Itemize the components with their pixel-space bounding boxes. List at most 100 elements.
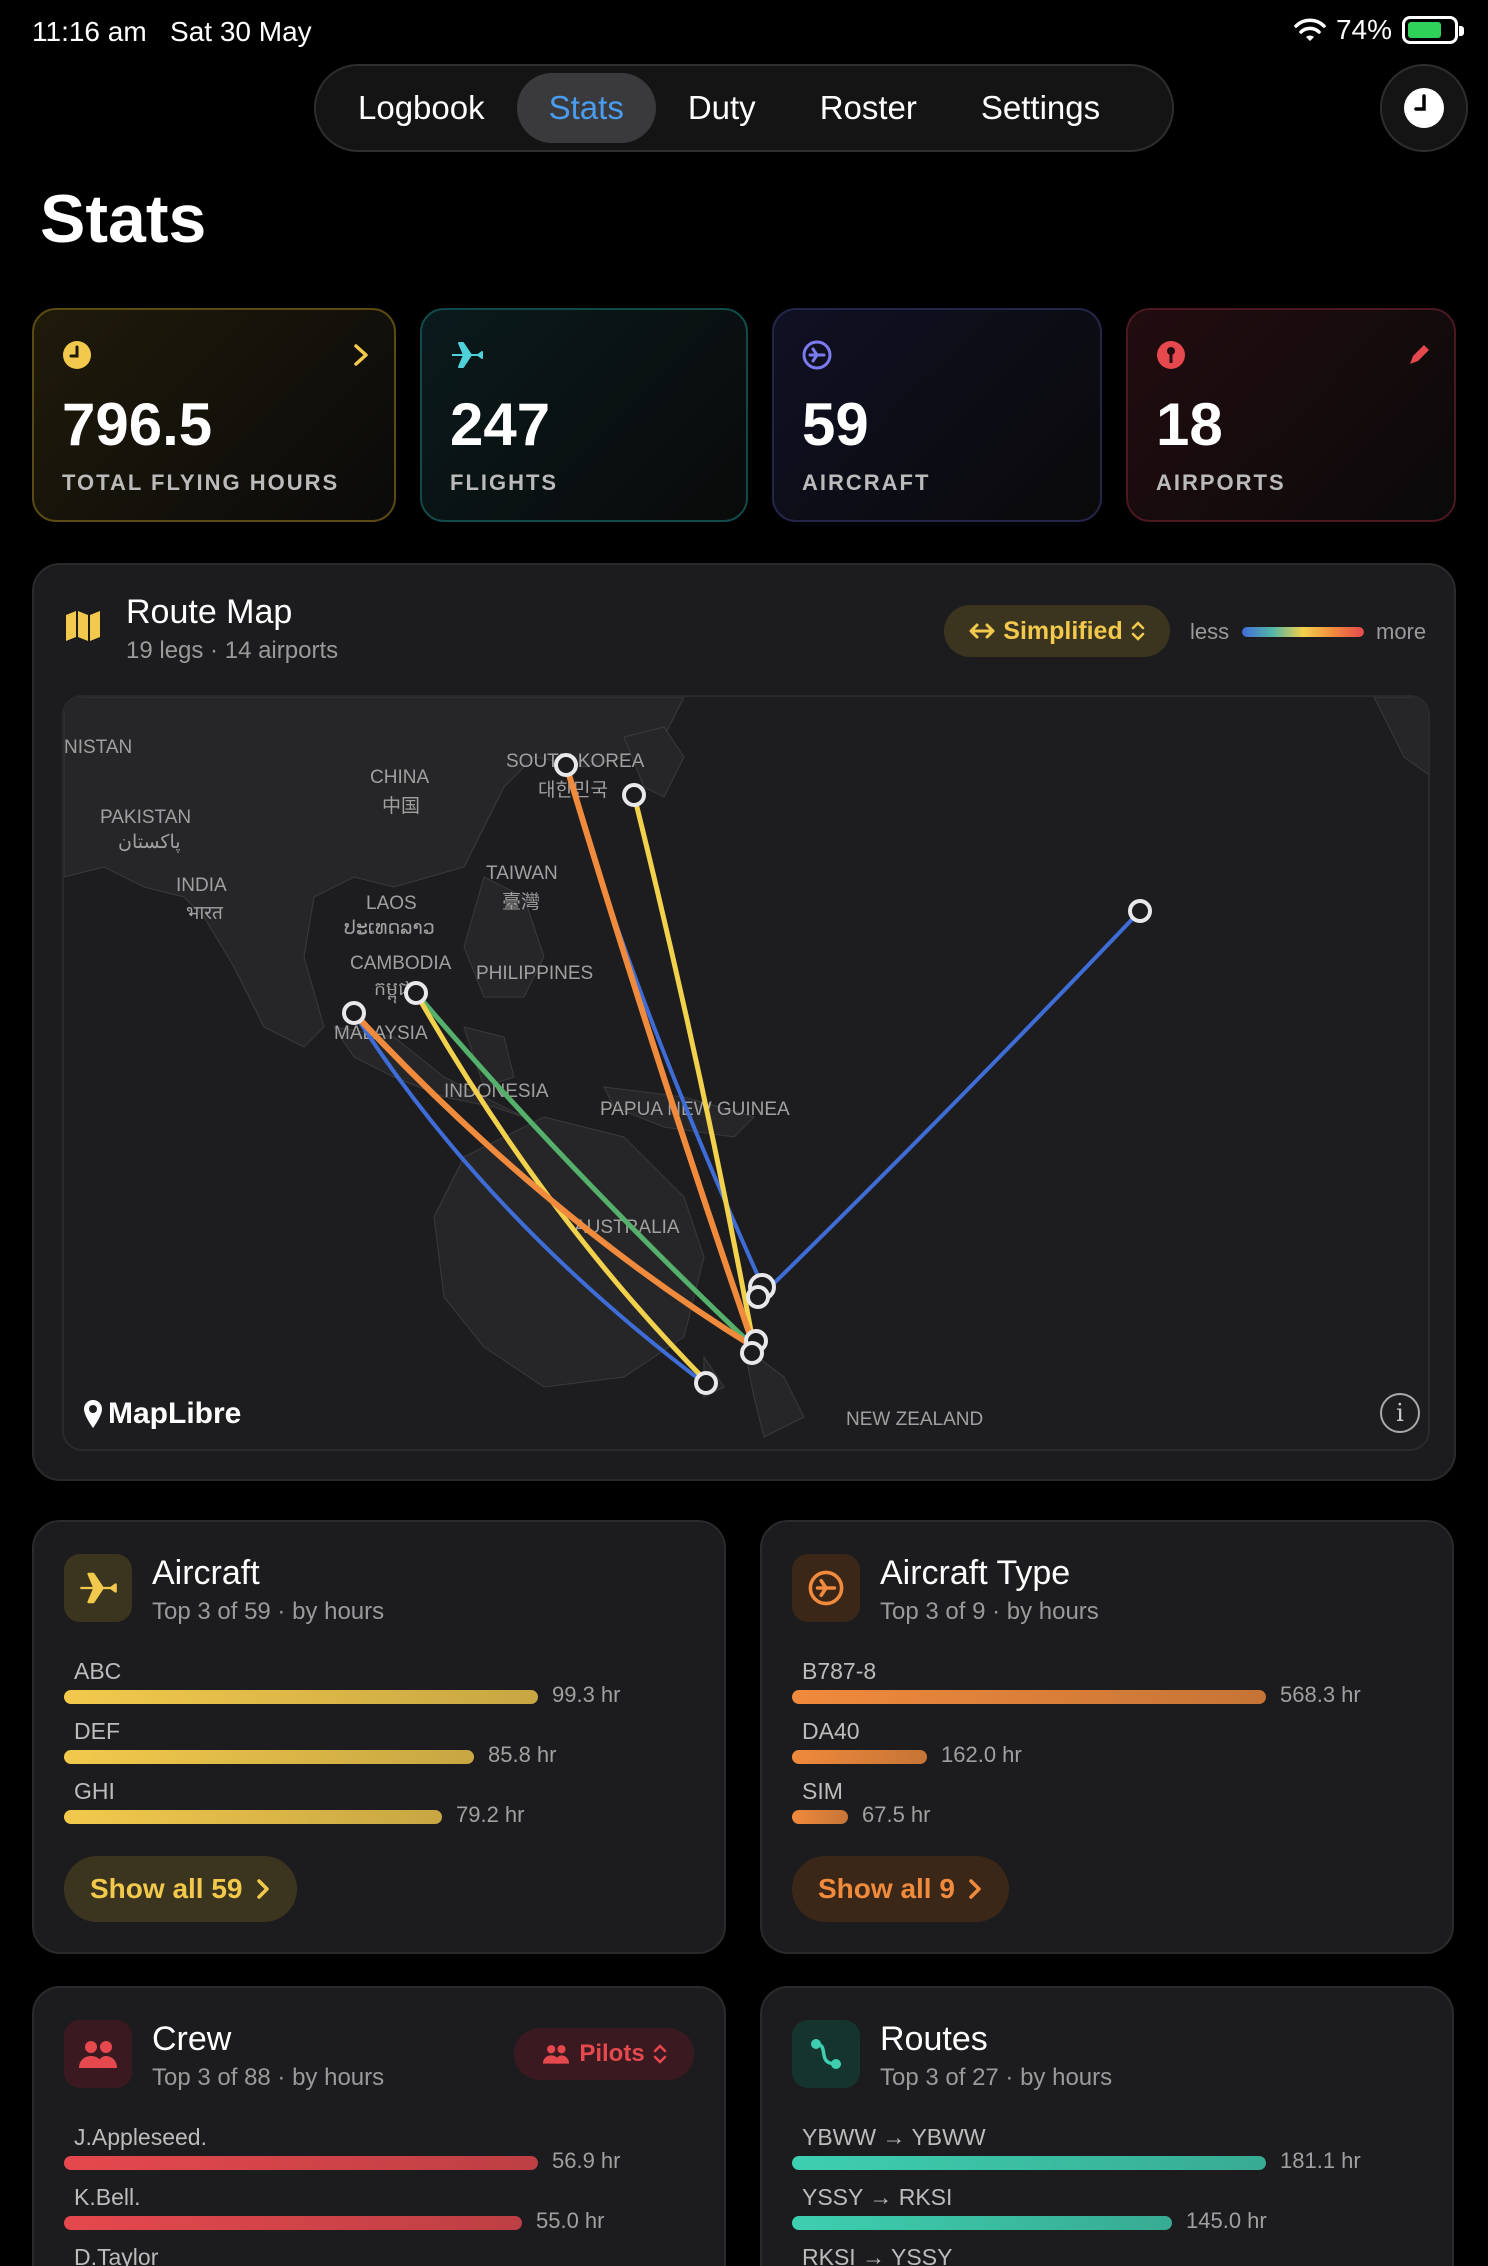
card-title: Crew <box>152 2020 232 2058</box>
bar-value: 55.0 hr <box>536 2208 605 2233</box>
bar-row: SIM 67.5 hr <box>792 1778 1432 1838</box>
crew-filter-label: Pilots <box>579 2040 645 2067</box>
tab-logbook[interactable]: Logbook <box>326 73 517 143</box>
arrows-horizontal-icon <box>969 623 995 639</box>
aircraft-card: Aircraft Top 3 of 59 · by hours ABC 99.3 … <box>32 1520 726 1954</box>
show-all-aircraft-type-button[interactable]: Show all 9 <box>792 1856 1009 1922</box>
tab-stats[interactable]: Stats <box>516 73 656 143</box>
maplibre-text: MapLibre <box>108 1397 242 1430</box>
stat-value: 18 <box>1156 391 1223 458</box>
airplane-circle-icon <box>808 1570 844 1606</box>
bar-label: SIM <box>802 1778 843 1804</box>
clock-icon <box>63 341 91 369</box>
bar-label: RKSI → YSSY <box>802 2244 953 2266</box>
tab-duty[interactable]: Duty <box>656 73 788 143</box>
bar-value: 162.0 hr <box>941 1742 1022 1767</box>
card-title: Aircraft Type <box>880 1554 1071 1592</box>
airport-marker <box>554 753 578 777</box>
airport-marker <box>740 1341 764 1365</box>
card-subtitle: Top 3 of 9 · by hours <box>880 1598 1099 1625</box>
stat-label: FLIGHTS <box>450 470 559 495</box>
card-title: Routes <box>880 2020 988 2058</box>
status-time: 11:16 am Sat 30 May <box>32 16 312 47</box>
bar-row: RKSI → YSSY <box>792 2244 1432 2266</box>
clock-button[interactable] <box>1380 64 1468 152</box>
route-icon <box>811 2039 841 2069</box>
bar-label: D.Taylor <box>74 2244 159 2266</box>
airport-marker <box>404 981 428 1005</box>
battery-icon <box>1402 16 1464 44</box>
clock-icon <box>1404 88 1444 128</box>
aircraft-type-card-icon <box>792 1554 860 1622</box>
show-all-aircraft-button[interactable]: Show all 59 <box>64 1856 297 1922</box>
bar-row: YBWW → YBWW 181.1 hr <box>792 2124 1432 2184</box>
bar-label: DA40 <box>802 1718 860 1744</box>
route-line <box>564 763 764 1287</box>
bar-label: YSSY → RKSI <box>802 2184 953 2210</box>
stat-label: AIRPORTS <box>1156 470 1286 495</box>
bar-label: GHI <box>74 1778 115 1804</box>
stat-card-airports[interactable]: 18 AIRPORTS <box>1126 308 1456 522</box>
bar-row: B787-8 568.3 hr <box>792 1658 1432 1718</box>
stat-label: TOTAL FLYING HOURS <box>62 470 340 495</box>
bar-row: YSSY → RKSI 145.0 hr <box>792 2184 1432 2244</box>
bar-label: DEF <box>74 1718 120 1744</box>
people-icon <box>543 2045 570 2064</box>
bar-row: ABC 99.3 hr <box>64 1658 704 1718</box>
map-mode-label: Simplified <box>1003 616 1123 645</box>
page-title: Stats <box>40 181 207 257</box>
route-line <box>760 909 1142 1297</box>
legend-less: less <box>1190 619 1230 644</box>
chevron-right-icon <box>354 344 368 366</box>
legend-more: more <box>1376 619 1427 644</box>
tab-settings[interactable]: Settings <box>949 73 1132 143</box>
map-icon <box>66 611 100 641</box>
route-map[interactable]: NISTAN CHINA 中国 PAKISTAN پاکستان INDIA भ… <box>62 695 1430 1451</box>
status-date: Sat 30 May <box>170 16 312 47</box>
bar-value: 85.8 hr <box>488 1742 557 1767</box>
status-right: 74% <box>1294 14 1464 46</box>
airport-marker <box>622 783 646 807</box>
bar-value: 67.5 hr <box>862 1802 931 1827</box>
crew-card-icon <box>64 2020 132 2088</box>
maplibre-logo: MapLibre <box>82 1397 241 1431</box>
bar-row: J.Appleseed. 56.9 hr <box>64 2124 704 2184</box>
battery-percent: 74% <box>1335 14 1392 45</box>
stat-card-hours[interactable]: 796.5 TOTAL FLYING HOURS <box>32 308 396 522</box>
stat-card-flights: 247 FLIGHTS <box>420 308 748 522</box>
wifi-icon <box>1294 18 1326 41</box>
nav-tabbar: Logbook Stats Duty Roster Settings <box>314 64 1174 152</box>
route-line <box>563 762 757 1350</box>
chevron-right-icon <box>256 1879 269 1899</box>
bar-fill <box>792 1750 927 1764</box>
bar-label: ABC <box>74 1658 122 1684</box>
route-line <box>631 792 757 1350</box>
bar-label: K.Bell. <box>74 2184 141 2210</box>
bar-label: B787-8 <box>802 1658 877 1684</box>
aircraft-type-card: Aircraft Type Top 3 of 9 · by hours B787… <box>760 1520 1454 1954</box>
airplane-icon <box>80 1572 117 1604</box>
show-all-label: Show all 59 <box>90 1873 243 1904</box>
bar-fill <box>792 1690 1266 1704</box>
route-map-card: Route Map 19 legs · 14 airports Simplifi… <box>32 563 1456 1481</box>
bar-value: 56.9 hr <box>552 2148 621 2173</box>
crew-filter-dropdown[interactable]: Pilots <box>514 2028 694 2080</box>
card-subtitle: Top 3 of 27 · by hours <box>880 2064 1113 2091</box>
location-pin-icon <box>84 1400 102 1428</box>
bar-value: 568.3 hr <box>1280 1682 1361 1707</box>
routes-card-icon <box>792 2020 860 2088</box>
tab-roster[interactable]: Roster <box>788 73 949 143</box>
map-mode-dropdown[interactable]: Simplified <box>944 605 1170 657</box>
bar-label: J.Appleseed. <box>74 2124 207 2150</box>
routes-card: Routes Top 3 of 27 · by hours YBWW → YBW… <box>760 1986 1454 2266</box>
bar-fill <box>64 2156 538 2170</box>
bar-value: 145.0 hr <box>1186 2208 1267 2233</box>
bar-fill <box>64 2216 522 2230</box>
route-lines <box>342 753 1152 1395</box>
info-icon[interactable]: i <box>1380 1393 1420 1433</box>
legend-gradient <box>1242 627 1364 637</box>
bar-label: YBWW → YBWW <box>802 2124 986 2150</box>
bar-fill <box>64 1750 474 1764</box>
bar-row: DA40 162.0 hr <box>792 1718 1432 1778</box>
stat-label: AIRCRAFT <box>802 470 931 495</box>
